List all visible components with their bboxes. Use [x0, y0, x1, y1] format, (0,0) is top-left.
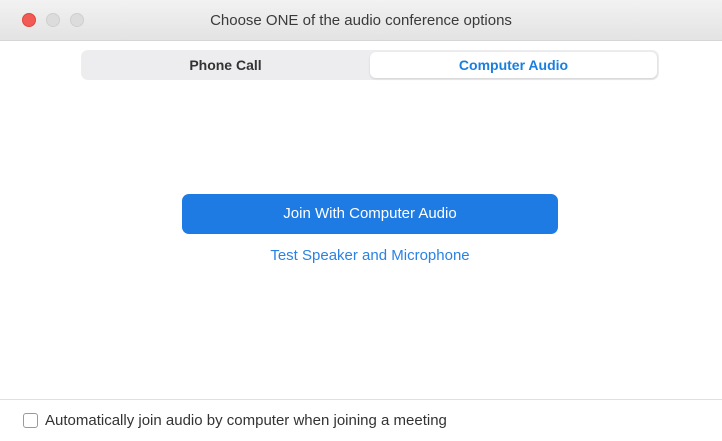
auto-join-label[interactable]: Automatically join audio by computer whe…: [45, 412, 447, 429]
test-speaker-microphone-link[interactable]: Test Speaker and Microphone: [0, 247, 722, 264]
auto-join-checkbox[interactable]: [23, 413, 38, 428]
tab-phone-call[interactable]: Phone Call: [83, 52, 368, 78]
tab-computer-audio[interactable]: Computer Audio: [370, 52, 657, 78]
audio-options-window: Choose ONE of the audio conference optio…: [0, 0, 722, 441]
title-bar: Choose ONE of the audio conference optio…: [0, 0, 722, 41]
join-computer-audio-button[interactable]: Join With Computer Audio: [182, 194, 558, 234]
footer-bar: Automatically join audio by computer whe…: [0, 399, 722, 441]
audio-mode-tabs: Phone Call Computer Audio: [81, 50, 659, 80]
window-title: Choose ONE of the audio conference optio…: [210, 12, 512, 29]
